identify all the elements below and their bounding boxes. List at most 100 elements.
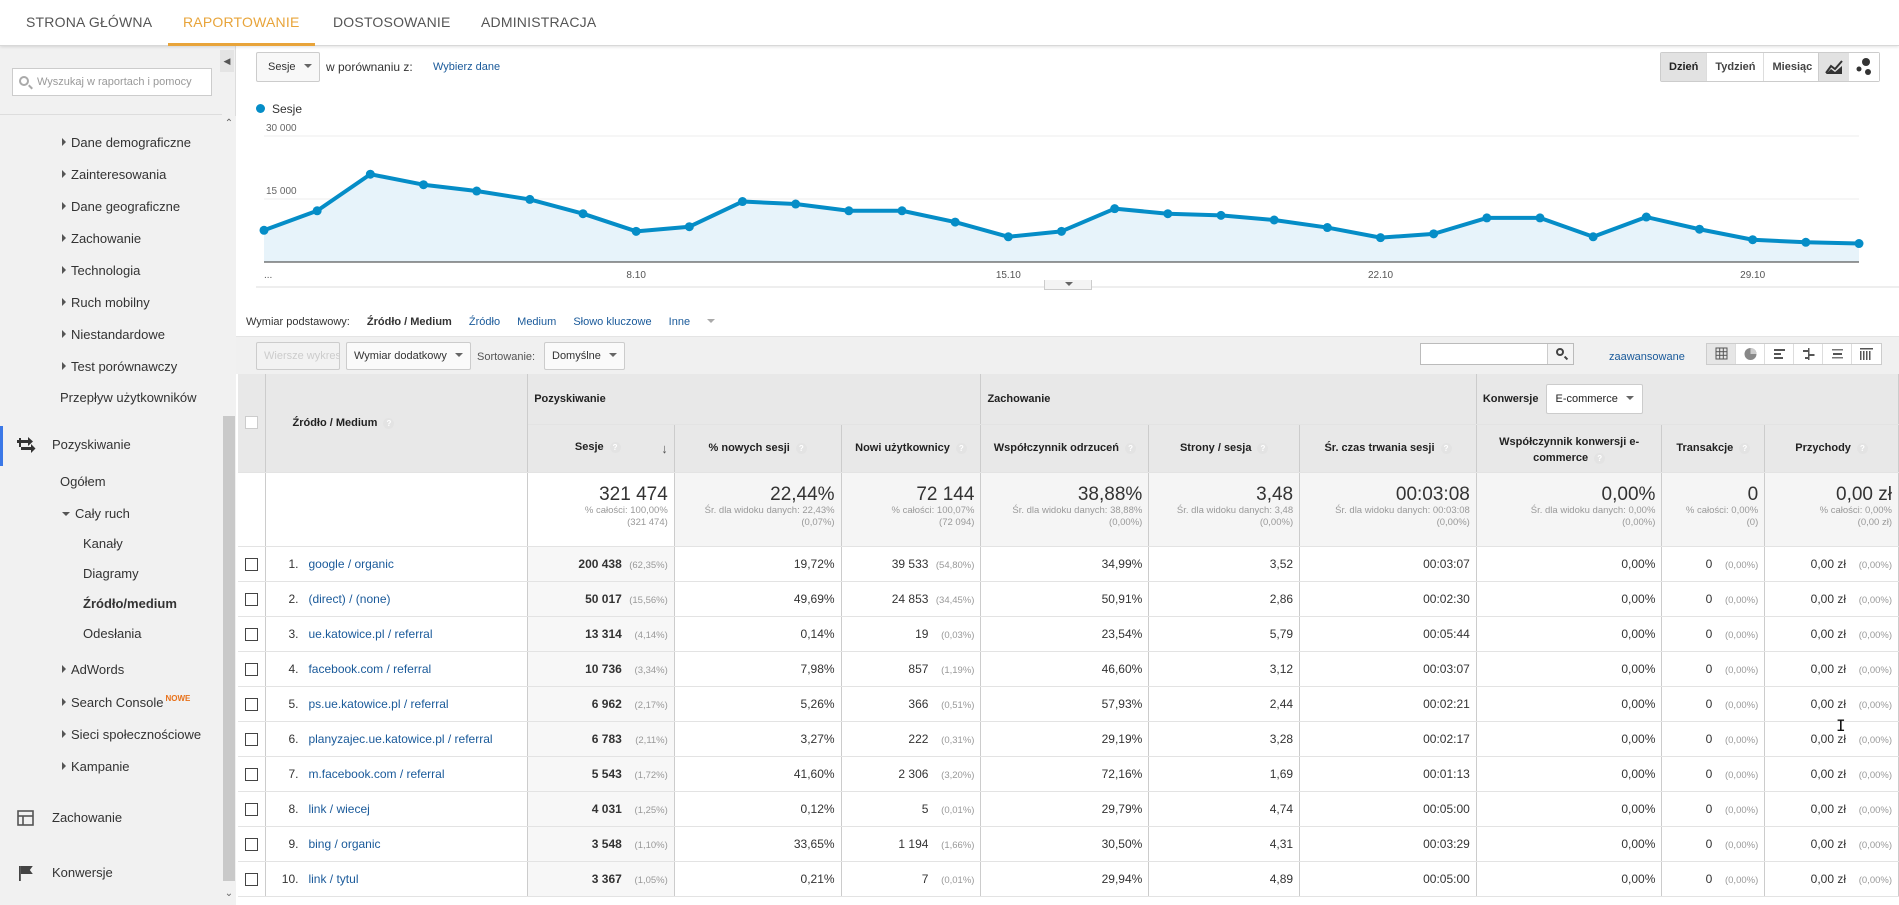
- metric-selector[interactable]: Sesje: [256, 52, 320, 82]
- dimension-keyword-link[interactable]: Słowo kluczowe: [573, 316, 651, 328]
- col-revenue[interactable]: Przychody?: [1764, 424, 1899, 473]
- sidebar-item-audience-behavior[interactable]: Zachowanie: [62, 231, 141, 246]
- row-checkbox[interactable]: [245, 557, 259, 571]
- col-new-sessions-pct[interactable]: % nowych sesji?: [674, 424, 842, 473]
- row-checkbox[interactable]: [245, 662, 259, 676]
- period-month-button[interactable]: Miesiąc: [1764, 53, 1821, 81]
- scroll-up-icon[interactable]: ⌃: [222, 118, 236, 129]
- view-data-button[interactable]: [1707, 344, 1736, 364]
- row-dimension-link[interactable]: ps.ue.katowice.pl / referral: [308, 697, 448, 711]
- dimension-source-link[interactable]: Źródło: [469, 316, 500, 328]
- help-icon[interactable]: ?: [383, 417, 395, 429]
- row-dimension-link[interactable]: m.facebook.com / referral: [308, 767, 444, 781]
- help-icon[interactable]: ?: [795, 443, 807, 454]
- row-dimension-link[interactable]: link / wiecej: [308, 802, 369, 816]
- period-day-button[interactable]: Dzień: [1661, 53, 1708, 81]
- row-checkbox[interactable]: [245, 697, 259, 711]
- col-bounce-rate[interactable]: Współczynnik odrzuceń?: [980, 424, 1150, 473]
- tab-admin[interactable]: ADMINISTRACJA: [479, 0, 598, 46]
- row-dimension-link[interactable]: link / tytul: [308, 872, 358, 886]
- row-dimension-link[interactable]: planyzajec.ue.katowice.pl / referral: [308, 732, 492, 746]
- row-checkbox[interactable]: [245, 872, 259, 886]
- chart-resize-handle[interactable]: [1044, 280, 1092, 290]
- col-new-users[interactable]: Nowi użytkownicy?: [841, 424, 982, 473]
- report-search-input[interactable]: Wyszukaj w raportach i pomocy: [12, 68, 212, 96]
- sidebar-item-referrals[interactable]: Odesłania: [83, 626, 142, 641]
- row-checkbox[interactable]: [245, 627, 259, 641]
- period-week-button[interactable]: Tydzień: [1707, 53, 1765, 81]
- row-checkbox[interactable]: [245, 767, 259, 781]
- dimension-medium-link[interactable]: Medium: [517, 316, 556, 328]
- view-term-cloud-button[interactable]: [1823, 344, 1852, 364]
- col-ecommerce-conversion-rate[interactable]: Współczynnik konwersji e-commerce?: [1476, 424, 1663, 473]
- select-all-checkbox[interactable]: [245, 416, 259, 430]
- row-dimension-link[interactable]: ue.katowice.pl / referral: [308, 627, 432, 641]
- help-icon[interactable]: ?: [1856, 443, 1868, 454]
- sidebar-item-all-traffic[interactable]: Cały ruch: [62, 506, 130, 521]
- sidebar-section-acquisition[interactable]: Pozyskiwanie: [0, 426, 220, 466]
- help-icon[interactable]: ?: [1440, 443, 1452, 454]
- sidebar-item-technology[interactable]: Technologia: [62, 263, 140, 278]
- sidebar-item-demographics[interactable]: Dane demograficzne: [62, 135, 191, 150]
- sidebar-section-behavior[interactable]: Zachowanie: [0, 799, 220, 839]
- sidebar-item-custom[interactable]: Niestandardowe: [62, 327, 165, 342]
- sidebar-item-adwords[interactable]: AdWords: [62, 662, 124, 677]
- col-transactions[interactable]: Transakcje?: [1661, 424, 1766, 473]
- sidebar-item-overview[interactable]: Ogółem: [60, 474, 106, 489]
- view-pivot-button[interactable]: [1852, 344, 1881, 364]
- row-dimension-link[interactable]: facebook.com / referral: [308, 662, 431, 676]
- col-sessions[interactable]: Sesje? ↓: [527, 424, 675, 473]
- help-icon[interactable]: ?: [1257, 443, 1269, 454]
- row-checkbox[interactable]: [245, 802, 259, 816]
- row-dimension-cell: 5. ps.ue.katowice.pl / referral: [265, 686, 529, 722]
- plot-rows-button[interactable]: Wiersze wykresu: [256, 342, 340, 370]
- sidebar-item-geo[interactable]: Dane geograficzne: [62, 199, 180, 214]
- table-search-button[interactable]: [1547, 344, 1573, 364]
- row-checkbox[interactable]: [245, 837, 259, 851]
- help-icon[interactable]: ?: [1739, 443, 1751, 454]
- sidebar-item-mobile[interactable]: Ruch mobilny: [62, 295, 150, 310]
- col-pages-per-session[interactable]: Strony / sesja?: [1148, 424, 1301, 473]
- secondary-dimension-dropdown[interactable]: Wymiar dodatkowy: [346, 342, 471, 370]
- tab-customization[interactable]: DOSTOSOWANIE: [331, 0, 453, 46]
- help-icon[interactable]: ?: [609, 441, 621, 453]
- help-icon[interactable]: ?: [1125, 443, 1137, 454]
- sort-desc-icon[interactable]: ↓: [661, 441, 668, 456]
- scrollbar-thumb[interactable]: [223, 416, 235, 881]
- sidebar-item-users-flow[interactable]: Przepływ użytkowników: [60, 390, 197, 405]
- tab-reporting[interactable]: RAPORTOWANIE: [168, 0, 315, 46]
- table-filter-input[interactable]: [1420, 343, 1574, 365]
- view-performance-button[interactable]: [1765, 344, 1794, 364]
- help-icon[interactable]: ?: [1594, 453, 1606, 464]
- sidebar-item-campaigns[interactable]: Kampanie: [62, 759, 130, 774]
- sidebar-item-search-console[interactable]: Search Console NOWE: [62, 694, 190, 710]
- sidebar-item-channels[interactable]: Kanały: [83, 536, 123, 551]
- help-icon[interactable]: ?: [955, 443, 967, 454]
- advanced-filter-link[interactable]: zaawansowane: [1609, 351, 1685, 363]
- col-avg-session-duration[interactable]: Śr. czas trwania sesji?: [1299, 424, 1477, 473]
- sidebar-item-interests[interactable]: Zainteresowania: [62, 167, 166, 182]
- dimension-other-dropdown[interactable]: Inne: [669, 316, 729, 328]
- sidebar-item-social[interactable]: Sieci społecznościowe: [62, 727, 201, 742]
- row-dimension-link[interactable]: google / organic: [308, 557, 393, 571]
- sidebar-scrollbar[interactable]: ⌃ ⌄: [222, 116, 236, 905]
- sort-type-dropdown[interactable]: Domyślne: [544, 342, 625, 370]
- scroll-down-icon[interactable]: ⌄: [222, 888, 236, 899]
- row-checkbox[interactable]: [245, 732, 259, 746]
- row-dimension-link[interactable]: (direct) / (none): [308, 592, 390, 606]
- view-comparison-button[interactable]: [1794, 344, 1823, 364]
- collapse-sidebar-button[interactable]: ◀: [220, 50, 234, 72]
- view-percentage-button[interactable]: [1736, 344, 1765, 364]
- dimension-header[interactable]: Źródło / Medium?: [265, 374, 529, 473]
- motion-chart-button[interactable]: [1849, 53, 1879, 81]
- row-checkbox[interactable]: [245, 592, 259, 606]
- tab-home[interactable]: STRONA GŁÓWNA: [24, 0, 154, 46]
- select-metric-link[interactable]: Wybierz dane: [433, 61, 500, 73]
- sidebar-item-source-medium[interactable]: Źródło/medium: [83, 596, 177, 611]
- sidebar-item-benchmark[interactable]: Test porównawczy: [62, 359, 177, 374]
- conversion-type-dropdown[interactable]: E-commerce: [1546, 383, 1643, 414]
- line-chart-button[interactable]: [1819, 53, 1849, 81]
- sidebar-item-treemaps[interactable]: Diagramy: [83, 566, 139, 581]
- sidebar-section-conversions[interactable]: Konwersje: [0, 854, 220, 894]
- row-dimension-link[interactable]: bing / organic: [308, 837, 380, 851]
